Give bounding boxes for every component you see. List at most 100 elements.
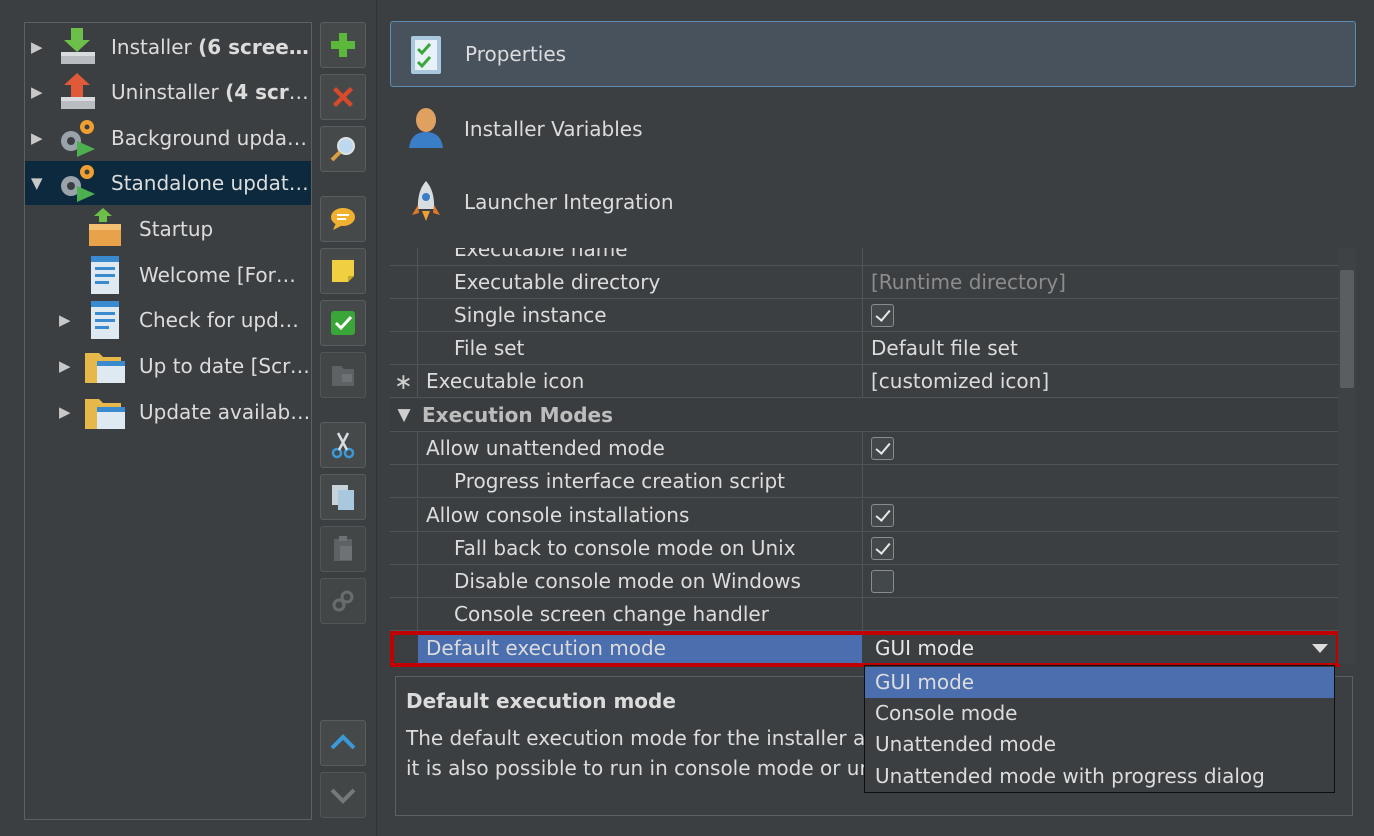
property-checkbox-cell[interactable] bbox=[862, 299, 1338, 332]
property-row[interactable]: File set Default file set bbox=[390, 332, 1338, 365]
expand-arrow-icon[interactable]: ▶ bbox=[59, 404, 75, 420]
property-value[interactable] bbox=[862, 598, 1338, 631]
property-name: File set bbox=[454, 336, 525, 360]
tree-item[interactable]: ▶ Installer (6 scree… bbox=[25, 25, 311, 69]
delete-button[interactable] bbox=[320, 74, 366, 120]
property-value[interactable] bbox=[862, 465, 1338, 498]
expand-arrow-icon[interactable]: ▶ bbox=[59, 312, 75, 328]
property-row[interactable]: ∗ Executable icon [customized icon] bbox=[390, 365, 1338, 398]
note-button[interactable] bbox=[320, 248, 366, 294]
cut-button[interactable] bbox=[320, 422, 366, 468]
property-row[interactable]: Fall back to console mode on Unix bbox=[390, 532, 1338, 565]
checkbox[interactable] bbox=[871, 537, 894, 560]
installer-down-arrow-icon bbox=[61, 28, 95, 64]
magnifier-icon bbox=[330, 137, 355, 162]
property-value-text: [customized icon] bbox=[871, 369, 1050, 393]
tree-item-text: Up to date [Scre… bbox=[139, 354, 311, 378]
x-icon bbox=[333, 87, 353, 107]
copy-icon bbox=[332, 485, 354, 510]
folder-window-icon bbox=[85, 399, 125, 429]
property-row[interactable]: Executable name bbox=[390, 248, 1338, 266]
section-installer-variables[interactable]: Installer Variables bbox=[390, 96, 1356, 162]
panel-divider bbox=[376, 0, 377, 836]
dropdown-option[interactable]: Unattended mode bbox=[865, 729, 1334, 760]
tree-item[interactable]: ▶ Background update… bbox=[25, 116, 311, 160]
highlight-annotation bbox=[390, 631, 1340, 667]
screen-tree[interactable]: ▶ Installer (6 scree… ▶ Uninstaller (4 scre… bbox=[24, 22, 312, 820]
chevron-down-icon bbox=[330, 788, 356, 804]
comment-button[interactable] bbox=[320, 196, 366, 242]
link-button[interactable] bbox=[320, 578, 366, 624]
property-row[interactable]: Progress interface creation script bbox=[390, 465, 1338, 498]
checkbox[interactable] bbox=[871, 437, 894, 460]
tree-item-text: Installer bbox=[111, 35, 199, 59]
property-value[interactable] bbox=[862, 248, 1338, 266]
property-row[interactable]: Executable directory [Runtime directory] bbox=[390, 266, 1338, 299]
property-table[interactable]: Console screen change handler Disable con… bbox=[390, 248, 1338, 664]
property-checkbox-cell[interactable] bbox=[862, 565, 1338, 598]
startup-box-icon bbox=[89, 208, 121, 246]
properties-clipboard-icon bbox=[411, 36, 441, 74]
property-row[interactable]: Single instance bbox=[390, 299, 1338, 332]
move-down-button[interactable] bbox=[320, 772, 366, 818]
tree-item-text: Update available… bbox=[139, 400, 311, 424]
tree-item[interactable]: Startup bbox=[25, 207, 311, 251]
tree-item[interactable]: ▼ Standalone update … bbox=[25, 161, 311, 205]
move-up-button[interactable] bbox=[320, 720, 366, 766]
check-button[interactable] bbox=[320, 300, 366, 346]
scrollbar-thumb[interactable] bbox=[1340, 270, 1354, 388]
section-launcher-integration[interactable]: Launcher Integration bbox=[390, 169, 1356, 235]
add-button[interactable] bbox=[320, 22, 366, 68]
dropdown-option[interactable]: Unattended mode with progress dialog bbox=[865, 761, 1334, 792]
expand-arrow-icon[interactable]: ▶ bbox=[59, 358, 75, 374]
property-row[interactable]: Disable console mode on Windows bbox=[390, 565, 1338, 598]
property-checkbox-cell[interactable] bbox=[862, 432, 1338, 465]
property-name: Single instance bbox=[454, 303, 607, 327]
section-properties[interactable]: Properties bbox=[390, 21, 1356, 87]
folder-button[interactable] bbox=[320, 352, 366, 398]
row-gutter bbox=[390, 465, 418, 498]
tree-item-text: Uninstaller bbox=[111, 80, 226, 104]
tree-item-text: Background update… bbox=[111, 126, 311, 150]
row-gutter bbox=[390, 299, 418, 332]
property-value[interactable]: Default file set bbox=[862, 332, 1338, 365]
tree-item[interactable]: ▶ Check for updat… bbox=[25, 298, 311, 342]
dropdown-option[interactable]: Console mode bbox=[865, 698, 1334, 729]
checkbox[interactable] bbox=[871, 504, 894, 527]
dropdown-option[interactable]: GUI mode bbox=[865, 667, 1334, 698]
property-value[interactable]: [customized icon] bbox=[862, 365, 1338, 398]
tree-item[interactable]: ▶ Uninstaller (4 scree… bbox=[25, 70, 311, 114]
row-gutter bbox=[390, 266, 418, 299]
expand-arrow-icon[interactable]: ▶ bbox=[31, 84, 47, 100]
property-row[interactable]: Allow unattended mode bbox=[390, 432, 1338, 465]
tree-item-label: Up to date [Scre… bbox=[139, 354, 311, 378]
property-name: Fall back to console mode on Unix bbox=[454, 536, 796, 560]
checkmark-icon bbox=[331, 311, 355, 335]
property-checkbox-cell[interactable] bbox=[862, 532, 1338, 565]
property-name: Disable console mode on Windows bbox=[454, 569, 801, 593]
row-gutter bbox=[390, 432, 418, 465]
collapse-arrow-icon[interactable]: ▼ bbox=[390, 399, 418, 432]
paste-button[interactable] bbox=[320, 526, 366, 572]
tree-item[interactable]: Welcome [For… bbox=[25, 253, 311, 297]
expand-arrow-icon[interactable]: ▶ bbox=[31, 130, 47, 146]
property-category[interactable]: ▼ Execution Modes bbox=[390, 399, 1338, 432]
checkbox[interactable] bbox=[871, 304, 894, 327]
property-row[interactable]: Allow console installations bbox=[390, 499, 1338, 532]
uninstaller-up-arrow-icon bbox=[61, 73, 95, 109]
copy-button[interactable] bbox=[320, 474, 366, 520]
property-row[interactable]: Console screen change handler bbox=[390, 598, 1338, 631]
tree-item[interactable]: ▶ Update available… bbox=[25, 390, 311, 434]
scissors-icon bbox=[331, 432, 355, 459]
property-scrollbar[interactable] bbox=[1338, 248, 1356, 664]
tree-item-label: Installer (6 scree… bbox=[111, 35, 311, 59]
tree-item[interactable]: ▶ Up to date [Scre… bbox=[25, 344, 311, 388]
execution-mode-dropdown[interactable]: GUI mode Console mode Unattended mode Unatt… bbox=[864, 665, 1335, 793]
collapse-arrow-icon[interactable]: ▼ bbox=[31, 175, 47, 191]
checkbox[interactable] bbox=[871, 570, 894, 593]
search-button[interactable] bbox=[320, 126, 366, 172]
tree-item-label: Check for updat… bbox=[139, 308, 311, 332]
property-value[interactable]: [Runtime directory] bbox=[862, 266, 1338, 299]
property-checkbox-cell[interactable] bbox=[862, 499, 1338, 532]
expand-arrow-icon[interactable]: ▶ bbox=[31, 39, 47, 55]
